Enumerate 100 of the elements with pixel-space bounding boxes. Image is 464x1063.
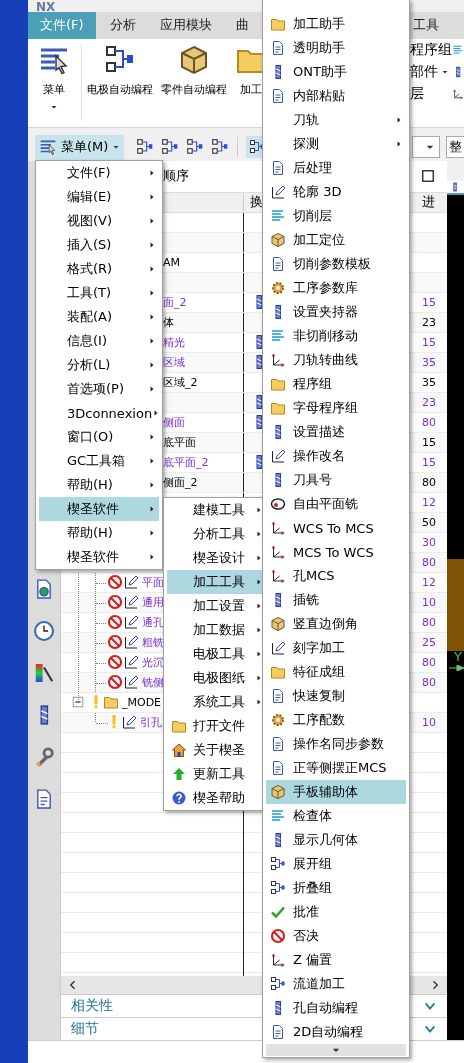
menu-item[interactable]: 工序参数库 [266,276,406,300]
menu-item[interactable]: 内部粘贴 [266,84,406,108]
tree-item[interactable]: 体 [163,314,174,330]
menu-item[interactable]: WCS To MCS [266,516,406,540]
menu-item[interactable]: 分析工具 [167,522,266,546]
menu-item[interactable]: 后处理 [266,156,406,180]
menu-item[interactable]: 建模工具 [167,498,266,522]
tree-item[interactable]: 区域_2 [163,374,198,390]
menu-item[interactable]: 孔MCS [266,564,406,588]
ribbon-command[interactable]: 加工 [235,39,267,127]
menu-item[interactable]: 电极图纸 [167,666,266,690]
menu-item[interactable]: 文件(F) [39,161,159,185]
menu-item[interactable]: 楔圣设计 [167,546,266,570]
ribbon-tab[interactable]: 分析 [109,12,136,39]
tree-icon[interactable] [211,138,230,157]
ribbon-command[interactable]: 层 [410,85,450,103]
menu-item[interactable]: 信息(I) [39,329,159,353]
menu-item[interactable]: 帮助(H) [39,473,159,497]
menu-item[interactable]: 显示几何体 [266,828,406,852]
color-bar-icon[interactable] [33,661,55,684]
menu-item[interactable]: 流道加工 [266,972,406,996]
menu-item[interactable]: 透明助手 [266,36,406,60]
menu-item[interactable]: 竖直边倒角 [266,612,406,636]
menu-item[interactable]: 帮助(H) [39,521,159,545]
tree-icon[interactable] [161,138,180,157]
tree-icon[interactable] [186,138,205,157]
menu-item[interactable]: 正等侧摆正MCS [266,756,406,780]
menu-item[interactable]: 窗口(O) [39,425,159,449]
menu-item[interactable]: 格式(R) [39,257,159,281]
menu-item[interactable]: 设置夹持器 [266,300,406,324]
menu-item[interactable]: 刀轨 [266,108,406,132]
menu-item[interactable]: 打开文件 [167,714,266,738]
menu-item[interactable]: 否决 [266,924,406,948]
menu-item[interactable]: 非切削移动 [266,324,406,348]
ribbon-tab[interactable]: 应用模块 [159,12,212,39]
tree-item[interactable]: 光沉 [142,654,164,670]
menu-item[interactable]: 自由平面铣 [266,492,406,516]
menu-item[interactable]: Z 偏置 [266,948,406,972]
menu-item[interactable]: 编辑(E) [39,185,159,209]
menu-item[interactable]: 切削层 [266,204,406,228]
clock-icon[interactable] [33,619,55,642]
graphics-viewport[interactable]: Y [447,194,464,1040]
tree-item[interactable]: AM [163,255,180,269]
menu-item[interactable]: 分析(L) [39,353,159,377]
tree-item[interactable]: 面_2 [163,294,187,310]
menu-item[interactable]: 轮廓 3D [266,180,406,204]
ribbon-command[interactable]: 部件 [410,63,450,81]
menu-button[interactable]: 菜单(M) [35,134,125,160]
tree-item[interactable]: 侧面_2 [163,474,198,490]
menu-item[interactable]: ONT助手 [266,60,406,84]
ribbon-command[interactable]: 零件自动编程 [161,39,227,127]
menu-item[interactable]: 折叠组 [266,876,406,900]
menu-item[interactable]: 工具(T) [39,281,159,305]
menu-item[interactable]: 快速复制 [266,684,406,708]
menu-item[interactable]: 加工设置 [167,594,266,618]
menu-item[interactable]: 插铣 [266,588,406,612]
menu-item[interactable]: 操作改名 [266,444,406,468]
column-header[interactable]: 换 [250,193,263,212]
menu-item[interactable]: 3Dconnexion [39,401,159,425]
dropdown[interactable] [412,136,440,159]
menu-item[interactable]: 程序组 [266,372,406,396]
menu-item[interactable]: 批准 [266,900,406,924]
menu-item[interactable]: 加工定位 [266,228,406,252]
tree-item[interactable]: 精光 [163,334,185,350]
ribbon-tab[interactable]: 曲 [235,12,249,39]
tree-item[interactable]: 底平面_2 [163,454,209,470]
menu-item[interactable]: 加工数据 [167,618,266,642]
ribbon-tab[interactable]: 工具 [413,12,439,39]
menu-item[interactable]: 展开组 [266,852,406,876]
menu-item[interactable]: 字母程序组 [266,396,406,420]
menu-item[interactable]: 检查体 [266,804,406,828]
menu-item[interactable]: 电极工具 [167,642,266,666]
menu-item[interactable]: 插入(S) [39,233,159,257]
view-field[interactable]: 整 [446,136,464,159]
tree-item[interactable]: 底平面 [163,434,196,450]
ribbon-command[interactable]: 程序组 [410,41,450,59]
menu-item[interactable]: 特征成组 [266,660,406,684]
ribbon-command[interactable]: 电极自动编程 [87,39,153,127]
tree-icon[interactable] [136,138,155,157]
menu-item[interactable]: 加工助手 [266,12,406,36]
menu-item[interactable]: 工序配数 [266,708,406,732]
tree-item[interactable]: 平面 [142,574,164,590]
menu-item[interactable]: GC工具箱 [39,449,159,473]
menu-item[interactable]: 刀具号 [266,468,406,492]
cutter-icon[interactable] [450,180,460,193]
menu-item[interactable]: 切削参数模板 [266,252,406,276]
menu-item[interactable]: 刀轨转曲线 [266,348,406,372]
tree-item[interactable]: 铣侧 [142,674,164,690]
menu-item[interactable]: MCS To WCS [266,540,406,564]
menu-item[interactable]: 系统工具 [167,690,266,714]
tree-item[interactable]: 区域 [163,354,185,370]
tree-item[interactable]: 引孔 [140,714,162,730]
menu-item[interactable]: 楔圣软件 [39,545,159,569]
tree-item[interactable]: 通用 [142,594,164,610]
menu-item[interactable]: 刻字加工 [266,636,406,660]
tree-item[interactable]: 侧面 [163,414,185,430]
menu-item[interactable]: 楔圣软件 [39,497,159,521]
menu-item[interactable]: 更新工具 [167,762,266,786]
menu-item[interactable]: 关于楔圣 [167,738,266,762]
tree-item[interactable]: 粗铣 [142,634,164,650]
